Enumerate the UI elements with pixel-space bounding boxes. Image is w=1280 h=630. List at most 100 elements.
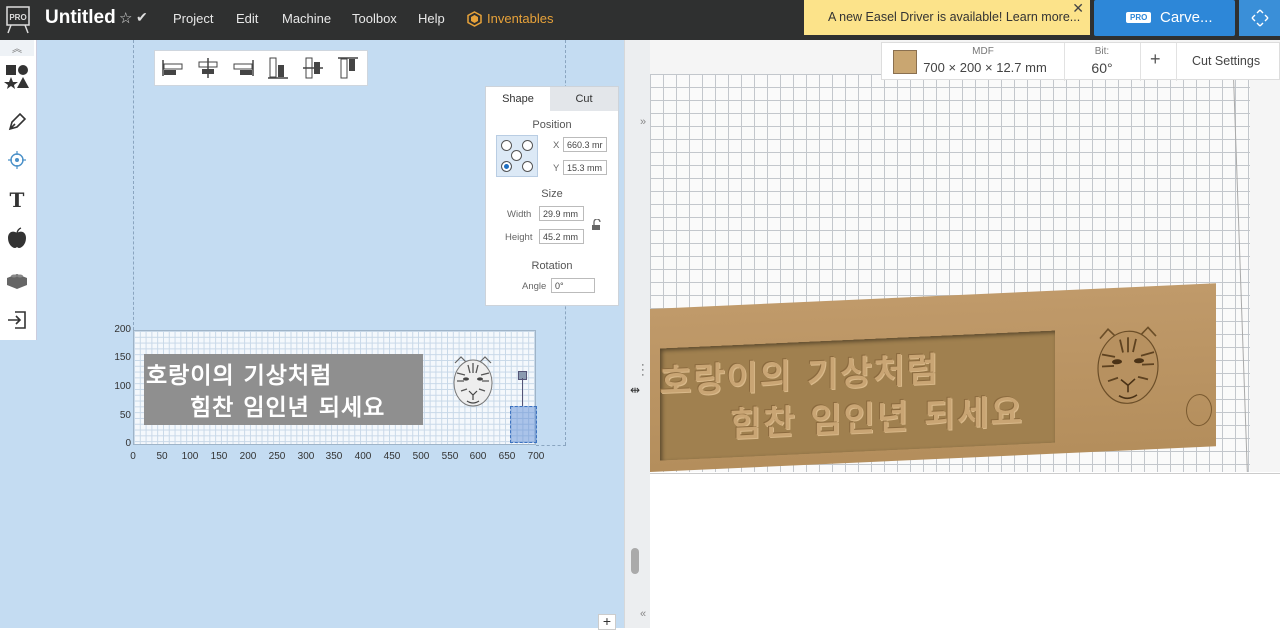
tab-shape[interactable]: Shape <box>486 87 550 111</box>
material-name[interactable]: MDF <box>918 46 1048 57</box>
driver-notice-text[interactable]: A new Easel Driver is available! Learn m… <box>828 10 1080 24</box>
preview-floor <box>650 472 1280 628</box>
y-tick: 50 <box>119 410 131 421</box>
size-title: Size <box>541 188 563 200</box>
anchor-top-left[interactable] <box>501 140 512 151</box>
anchor-center[interactable] <box>511 150 522 161</box>
x-tick: 100 <box>181 451 199 462</box>
x-label: X <box>553 140 560 151</box>
width-field[interactable] <box>539 206 584 221</box>
x-tick: 600 <box>469 451 487 462</box>
angle-field[interactable] <box>551 278 595 293</box>
carve-button[interactable]: PRO Carve... <box>1094 0 1235 36</box>
guide-line <box>133 40 134 330</box>
material-dimensions[interactable]: 700 × 200 × 12.7 mm <box>918 60 1052 75</box>
left-toolbar: ︽ T <box>0 40 37 340</box>
pen-icon[interactable] <box>0 104 34 140</box>
close-icon[interactable]: ✕ <box>1072 0 1084 17</box>
align-top-icon[interactable] <box>336 56 360 80</box>
height-field[interactable] <box>539 229 584 244</box>
easel-pro-logo[interactable]: PRO <box>6 6 30 34</box>
width-label: Width <box>507 209 532 220</box>
design-board[interactable]: 호랑이의 기상처럼 힘찬 임인년 되세요 <box>133 330 537 445</box>
anchor-bottom-right[interactable] <box>522 161 533 172</box>
menu-help[interactable]: Help <box>418 11 445 26</box>
angle-label: Angle <box>522 281 547 292</box>
design-text-line-2: 힘찬 임인년 되세요 <box>190 395 386 421</box>
y-position-field[interactable] <box>563 160 607 175</box>
carved-tiger-image <box>1097 326 1159 404</box>
align-bottom-icon[interactable] <box>266 56 290 80</box>
x-tick: 0 <box>130 451 136 462</box>
align-center-vertical-icon[interactable] <box>301 56 325 80</box>
x-tick: 550 <box>441 451 459 462</box>
unlock-icon[interactable] <box>590 219 602 231</box>
align-left-icon[interactable] <box>161 56 185 80</box>
x-tick: 650 <box>498 451 516 462</box>
logo-label: PRO <box>9 13 26 22</box>
3d-preview[interactable]: 호랑이의 기상처럼 힘찬 임인년 되세요 <box>650 40 1280 628</box>
add-bit-button[interactable]: + <box>1150 49 1161 70</box>
design-text-line-1: 호랑이의 기상처럼 <box>146 363 333 389</box>
x-tick: 200 <box>239 451 257 462</box>
material-bar: MDF 700 × 200 × 12.7 mm Bit: 60° + Cut S… <box>881 42 1280 81</box>
align-center-horizontal-icon[interactable] <box>196 56 220 80</box>
anchor-top-right[interactable] <box>522 140 533 151</box>
divider <box>1176 43 1177 81</box>
drag-handle-icon[interactable]: · · · <box>641 360 645 381</box>
resize-arrows-icon[interactable]: ⇹ <box>630 383 640 397</box>
panel-divider[interactable] <box>624 40 652 628</box>
text-shape[interactable]: 호랑이의 기상처럼 힘찬 임인년 되세요 <box>144 354 423 425</box>
star-icon[interactable]: ☆ <box>119 9 132 27</box>
y-tick: 200 <box>114 324 131 335</box>
chevron-right-icon[interactable]: » <box>640 116 646 128</box>
menu-project[interactable]: Project <box>173 11 213 26</box>
collapse-toolbar-icon[interactable]: ︽ <box>0 40 34 56</box>
menu-toolbox[interactable]: Toolbox <box>352 11 397 26</box>
x-position-field[interactable] <box>563 137 607 152</box>
bit-value[interactable]: 60° <box>1078 60 1126 76</box>
check-icon: ✔ <box>136 9 148 25</box>
text-icon[interactable]: T <box>0 182 34 218</box>
cut-settings-button[interactable]: Cut Settings <box>1192 54 1260 68</box>
position-title: Position <box>532 119 572 131</box>
shape-inspector: Shape Cut Position X Y Size Width Height… <box>485 86 619 306</box>
menu-machine[interactable]: Machine <box>282 11 331 26</box>
carve-pro-badge: PRO <box>1126 12 1152 23</box>
expand-button[interactable] <box>1239 0 1280 36</box>
carve-label: Carve... <box>1160 9 1213 26</box>
x-tick: 250 <box>268 451 286 462</box>
apple-icon[interactable] <box>0 220 34 256</box>
driver-notice[interactable]: A new Easel Driver is available! Learn m… <box>804 0 1090 35</box>
tiger-image[interactable] <box>449 355 497 417</box>
x-tick: 350 <box>325 451 343 462</box>
bit-label: Bit: <box>1094 46 1110 57</box>
carved-pocket: 호랑이의 기상처럼 힘찬 임인년 되세요 <box>660 330 1055 461</box>
y-tick: 100 <box>114 381 131 392</box>
y-tick: 150 <box>114 352 131 363</box>
carved-seal <box>1186 393 1212 427</box>
x-tick: 500 <box>412 451 430 462</box>
anchor-selector <box>496 135 538 177</box>
top-bar: PRO Untitled ☆ ✔ Project Edit Machine To… <box>0 0 1280 40</box>
chevron-left-icon[interactable]: « <box>640 608 646 620</box>
y-tick: 0 <box>125 438 131 449</box>
align-right-icon[interactable] <box>231 56 255 80</box>
tab-cut[interactable]: Cut <box>550 87 618 111</box>
material-swatch[interactable] <box>893 50 917 74</box>
y-label: Y <box>553 163 560 174</box>
menu-edit[interactable]: Edit <box>236 11 258 26</box>
shapes-icon[interactable] <box>0 58 34 94</box>
selected-seal-shape[interactable] <box>510 406 537 443</box>
anchor-bottom-left[interactable] <box>501 161 512 172</box>
point-icon[interactable] <box>0 142 34 178</box>
scrollbar-thumb[interactable] <box>631 548 639 574</box>
x-tick: 300 <box>297 451 315 462</box>
x-tick: 450 <box>383 451 401 462</box>
guide-line <box>536 445 566 446</box>
import-icon[interactable] <box>0 302 34 338</box>
project-title[interactable]: Untitled <box>45 7 116 29</box>
inventables-link[interactable]: Inventables <box>487 11 554 26</box>
rotate-handle-line <box>522 378 523 406</box>
lego-icon[interactable] <box>0 262 34 298</box>
